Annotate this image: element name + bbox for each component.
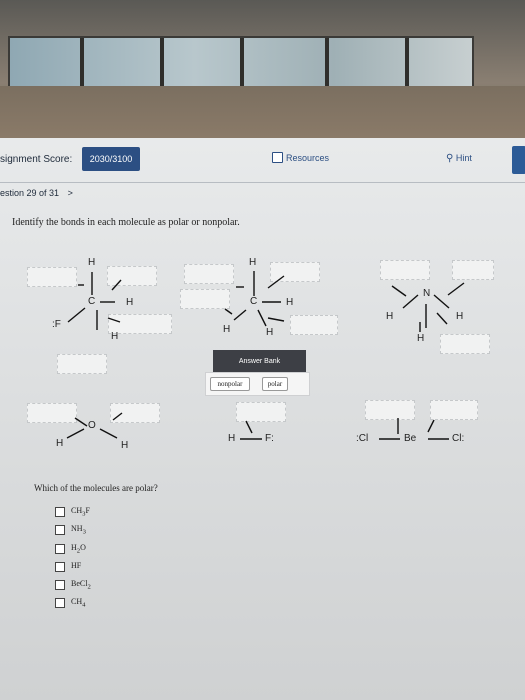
atom-label: H bbox=[223, 324, 231, 335]
choice-hf[interactable]: HF bbox=[55, 561, 81, 573]
answer-chip-nonpolar[interactable]: nonpolar bbox=[210, 377, 250, 391]
choice-label: NH3 bbox=[71, 524, 86, 536]
atom-label: H bbox=[121, 440, 129, 451]
checkbox[interactable] bbox=[55, 524, 65, 535]
answer-bank-header: Answer Bank bbox=[213, 350, 306, 372]
background-photo bbox=[0, 0, 525, 138]
choice-label: BeCl2 bbox=[71, 579, 91, 591]
checkbox[interactable] bbox=[55, 506, 65, 517]
polar-question: Which of the molecules are polar? bbox=[34, 483, 158, 493]
checkbox[interactable] bbox=[55, 543, 65, 554]
atom-label: H bbox=[126, 297, 134, 308]
atom-label: :Cl bbox=[356, 433, 369, 444]
atom-label: C bbox=[88, 296, 96, 307]
atom-label: F: bbox=[265, 433, 274, 444]
atom-label: O bbox=[88, 420, 96, 431]
atom-label: C bbox=[250, 296, 258, 307]
atom-label: H bbox=[88, 257, 96, 268]
atom-label-cl: Cl bbox=[452, 433, 462, 444]
atom-label-cl: Cl bbox=[358, 433, 369, 444]
atom-label: H bbox=[228, 433, 236, 444]
atom-label: H bbox=[286, 297, 294, 308]
atom-label: H bbox=[56, 438, 64, 449]
choice-ch4[interactable]: CH4 bbox=[55, 597, 85, 609]
atom-label: H bbox=[111, 331, 119, 342]
atom-label: Be bbox=[404, 433, 417, 444]
answer-chip-polar[interactable]: polar bbox=[262, 377, 288, 391]
atom-label-f: F bbox=[54, 319, 61, 330]
choice-label: HF bbox=[71, 561, 82, 570]
atom-label: Cl: bbox=[452, 433, 465, 444]
checkbox[interactable] bbox=[55, 579, 65, 590]
atom-label-f: F bbox=[265, 433, 272, 444]
choice-label: CH4 bbox=[71, 597, 86, 609]
answer-bank: nonpolar polar bbox=[205, 372, 310, 396]
choice-h2o[interactable]: H2O bbox=[55, 543, 86, 555]
atom-label: N bbox=[423, 288, 431, 299]
atom-label: :F bbox=[52, 319, 61, 330]
choice-ch3f[interactable]: CH3F bbox=[55, 506, 90, 518]
checkbox[interactable] bbox=[55, 561, 65, 572]
atom-label: H bbox=[456, 311, 464, 322]
background-sill bbox=[0, 86, 525, 138]
atom-label: H bbox=[249, 257, 257, 268]
checkbox[interactable] bbox=[55, 597, 65, 608]
atom-label: H bbox=[417, 333, 425, 344]
atom-label: H bbox=[386, 311, 394, 322]
molecule-structures bbox=[66, 271, 465, 440]
background-window bbox=[8, 36, 474, 90]
choice-becl2[interactable]: BeCl2 bbox=[55, 579, 91, 591]
choice-label: H2O bbox=[71, 543, 86, 555]
atom-label: H bbox=[266, 327, 274, 338]
choice-label: CH3F bbox=[71, 506, 90, 518]
monitor-screen: signment Score: 2030/3100 Resources ⚲ Hi… bbox=[0, 138, 525, 700]
choice-nh3[interactable]: NH3 bbox=[55, 524, 86, 536]
